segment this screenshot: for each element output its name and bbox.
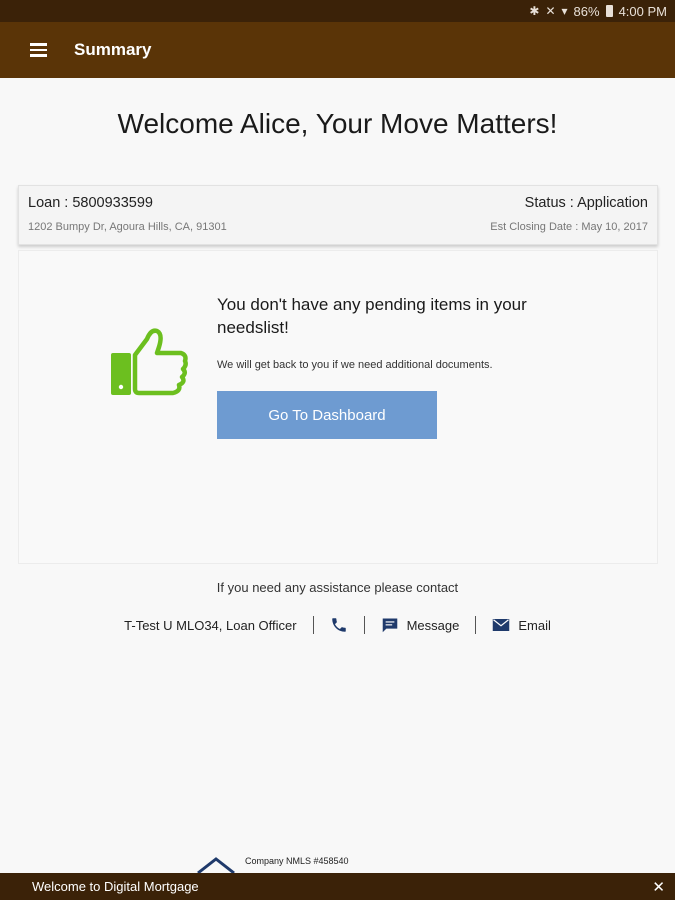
message-label: Message — [406, 617, 460, 633]
divider — [363, 616, 365, 634]
needslist-empty-subtitle: We will get back to you if we need addit… — [217, 359, 493, 371]
loan-officer-name: T-Test U MLO34, Loan Officer — [124, 617, 297, 633]
needslist-empty-title: You don't have any pending items in your… — [217, 295, 527, 337]
battery-percent: 86% — [573, 3, 600, 19]
contact-row: T-Test U MLO34, Loan Officer Message Ema… — [0, 614, 675, 636]
company-nmls: Company NMLS #458540 — [245, 856, 349, 866]
message-button[interactable]: Message — [381, 617, 460, 633]
banner-text: Welcome to Digital Mortgage — [32, 879, 199, 894]
close-icon[interactable]: ✕ — [652, 878, 665, 896]
welcome-banner: Welcome to Digital Mortgage ✕ — [0, 873, 675, 900]
welcome-heading: Welcome Alice, Your Move Matters! — [117, 108, 558, 139]
go-to-dashboard-button[interactable]: Go To Dashboard — [217, 391, 437, 439]
equal-housing-icon — [197, 857, 235, 874]
mute-icon: ✕ — [545, 4, 556, 18]
property-address: 1202 Bumpy Dr, Agoura Hills, CA, 91301 — [28, 221, 227, 233]
battery-icon — [605, 5, 613, 17]
thumbs-up-icon — [111, 328, 188, 396]
status-bar: ✱ ✕ ▾ 86% 4:00 PM — [0, 0, 675, 22]
app-bar: Summary — [0, 22, 675, 78]
email-icon — [493, 619, 510, 631]
assistance-prompt: If you need any assistance please contac… — [216, 580, 459, 595]
divider — [312, 616, 314, 634]
est-closing-date: Est Closing Date : May 10, 2017 — [490, 221, 648, 233]
email-button[interactable]: Email — [492, 618, 551, 633]
loan-summary-card: Loan : 5800933599 Status : Application 1… — [18, 185, 658, 245]
wifi-icon: ▾ — [561, 4, 568, 18]
phone-icon — [331, 618, 346, 632]
loan-number: Loan : 5800933599 — [28, 195, 153, 211]
menu-icon[interactable] — [30, 40, 56, 60]
email-label: Email — [518, 617, 551, 633]
message-icon — [382, 618, 397, 633]
clock: 4:00 PM — [618, 3, 667, 19]
call-button[interactable] — [330, 616, 348, 634]
needslist-card: You don't have any pending items in your… — [18, 250, 658, 564]
page-title: Summary — [74, 40, 152, 59]
divider — [475, 616, 477, 634]
bluetooth-icon: ✱ — [529, 4, 540, 18]
loan-status: Status : Application — [524, 195, 648, 211]
